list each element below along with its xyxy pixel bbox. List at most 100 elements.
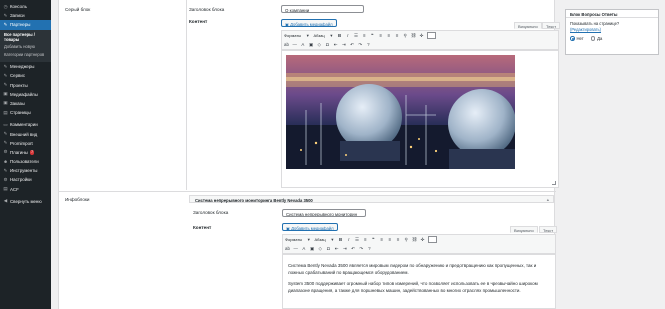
settings-icon: ⚙ <box>3 176 8 182</box>
sidebar-item[interactable]: ✎ Партнеры <box>0 20 51 30</box>
sidebar-item[interactable]: ⚙ Настройки <box>0 175 51 184</box>
chevron-down-icon: ▾ <box>306 32 309 38</box>
italic-icon[interactable]: I <box>345 33 350 38</box>
text-color-icon[interactable]: A <box>300 42 305 47</box>
numbered-list-icon[interactable]: ≡ <box>362 33 367 38</box>
toolbar-row-1: Форматы ▾ Абзац ▾ B I ☰ ≡ ❝ ≡ ≡ ≡ ⚲ ⛓ ✣ <box>282 31 558 40</box>
sidebar-item[interactable]: ✎ Проекты <box>0 81 51 90</box>
sidebar-item[interactable]: ✎ Инструменты <box>0 166 51 175</box>
sidebar-item[interactable]: ▣ Медиафайлы <box>0 90 51 99</box>
align-right-icon[interactable]: ≡ <box>394 33 399 38</box>
sidebar-item[interactable]: ▤ Страницы <box>0 108 51 117</box>
submenu-item[interactable]: Категории партнеров <box>0 51 51 59</box>
special-char-icon[interactable]: Ω <box>326 246 331 251</box>
redo-icon[interactable]: ↷ <box>358 42 363 48</box>
help-icon[interactable]: ? <box>367 246 372 251</box>
service-icon: ✎ <box>3 72 8 78</box>
resize-handle[interactable] <box>552 181 556 185</box>
tab-visual[interactable]: Визуально <box>514 22 542 29</box>
paragraph-select[interactable]: Абзац <box>313 33 325 38</box>
strikethrough-icon[interactable]: ab <box>284 42 289 47</box>
sidebar-item[interactable]: ◷ Консоль <box>0 2 51 11</box>
indent-icon[interactable]: ⇥ <box>342 246 347 252</box>
media-icon: ▣ <box>285 21 289 27</box>
plugins-icon: ⚙ <box>3 149 8 155</box>
sidebar-item[interactable]: ▣ Заказы <box>0 99 51 108</box>
fullscreen-icon[interactable]: ✣ <box>420 237 425 243</box>
sidebar-item[interactable]: ▤ ACF <box>0 185 51 194</box>
sidebar-item[interactable]: ☻ Пользователи <box>0 157 51 166</box>
section-divider <box>59 191 556 192</box>
update-count-badge: 7 <box>29 150 35 155</box>
blockquote-icon[interactable]: ❝ <box>370 33 375 39</box>
paragraph-select[interactable]: Абзац <box>314 237 326 242</box>
partners-submenu: Все партнеры / товары Добавить новую Катег… <box>0 29 51 63</box>
align-center-icon[interactable]: ≡ <box>386 33 391 38</box>
formats-select[interactable]: Форматы <box>284 33 302 38</box>
collapse-toggle-icon[interactable]: ▴ <box>547 197 549 202</box>
sidebar-item[interactable]: ◀ Свернуть меню <box>0 197 51 206</box>
sidebar-item[interactable]: ✎ Promimport <box>0 139 51 148</box>
sidebar-item[interactable]: ▭ Комментарии <box>0 120 51 129</box>
sidebar-item[interactable]: ✎ Менеджеры <box>0 62 51 71</box>
help-icon[interactable]: ? <box>366 42 371 47</box>
blockquote-icon[interactable]: ❝ <box>371 237 376 243</box>
toolbar-toggle-icon[interactable] <box>427 32 437 39</box>
outdent-icon[interactable]: ⇤ <box>333 42 338 48</box>
align-left-icon[interactable]: ≡ <box>378 33 383 38</box>
link-icon[interactable]: ⚲ <box>403 33 408 39</box>
formats-select[interactable]: Форматы <box>285 237 303 242</box>
add-media-button[interactable]: ▣ Добавить медиафайл <box>281 19 337 27</box>
undo-icon[interactable]: ↶ <box>350 42 355 48</box>
hr-icon[interactable]: — <box>293 246 298 251</box>
align-right-icon[interactable]: ≡ <box>395 237 400 242</box>
clear-format-icon[interactable]: ◇ <box>317 42 322 48</box>
sidebar-item-label: Менеджеры <box>10 64 35 70</box>
redo-icon[interactable]: ↷ <box>359 246 364 252</box>
infoblock-editor-content[interactable]: Система Bently Nevada 3500 является миро… <box>282 254 556 309</box>
block-title-input[interactable]: О компании <box>281 5 364 13</box>
unlink-icon[interactable]: ⛓ <box>411 33 417 39</box>
paste-text-icon[interactable]: ▣ <box>310 246 315 252</box>
submenu-item[interactable]: Все партнеры / товары <box>0 32 51 44</box>
editor-content-area[interactable] <box>281 50 559 188</box>
numbered-list-icon[interactable]: ≡ <box>363 237 368 242</box>
fullscreen-icon[interactable]: ✣ <box>419 33 424 39</box>
hr-icon[interactable]: — <box>292 42 297 47</box>
orders-icon: ▣ <box>3 100 8 106</box>
bold-icon[interactable]: B <box>338 237 343 242</box>
bullet-list-icon[interactable]: ☰ <box>353 33 358 39</box>
indent-icon[interactable]: ⇥ <box>341 42 346 48</box>
sidebar-item[interactable]: ✎ Сервис <box>0 71 51 80</box>
sidebar-item[interactable]: ⚙ Плагины 7 <box>0 148 51 157</box>
paste-text-icon[interactable]: ▣ <box>309 42 314 48</box>
sidebar-item[interactable]: ✎ Внешний вид <box>0 129 51 138</box>
infoblock-tab-text[interactable]: Текст <box>539 226 558 233</box>
text-color-icon[interactable]: A <box>301 246 306 251</box>
italic-icon[interactable]: I <box>346 237 351 242</box>
unlink-icon[interactable]: ⛓ <box>412 237 418 243</box>
outdent-icon[interactable]: ⇤ <box>334 246 339 252</box>
radio-yes[interactable] <box>590 36 596 41</box>
infoblock-tab-visual[interactable]: Визуально <box>510 226 538 233</box>
bold-icon[interactable]: B <box>337 33 342 38</box>
plant-image[interactable] <box>286 55 515 169</box>
undo-icon[interactable]: ↶ <box>351 246 356 252</box>
infoblock-add-media-button[interactable]: ▣ Добавить медиафайл <box>282 223 338 231</box>
submenu-item[interactable]: Добавить новую <box>0 44 51 52</box>
align-center-icon[interactable]: ≡ <box>387 237 392 242</box>
toolbar-toggle-icon[interactable] <box>428 236 438 243</box>
align-left-icon[interactable]: ≡ <box>379 237 384 242</box>
special-char-icon[interactable]: Ω <box>325 42 330 47</box>
pages-icon: ▤ <box>3 109 8 115</box>
infoblock-title-input[interactable]: Система непрерывного мониторин <box>282 209 366 217</box>
sidebar-item[interactable]: ✎ Записи <box>0 11 51 20</box>
strikethrough-icon[interactable]: ab <box>285 246 290 251</box>
tab-text[interactable]: Текст <box>542 22 561 29</box>
clear-format-icon[interactable]: ◇ <box>318 246 323 252</box>
radio-no[interactable] <box>570 36 575 41</box>
edit-link[interactable]: (Редактировать) <box>570 27 601 32</box>
infoblock-group-header[interactable]: Система непрерывного мониторинга Bently … <box>189 195 554 203</box>
link-icon[interactable]: ⚲ <box>404 237 409 243</box>
bullet-list-icon[interactable]: ☰ <box>354 237 359 243</box>
